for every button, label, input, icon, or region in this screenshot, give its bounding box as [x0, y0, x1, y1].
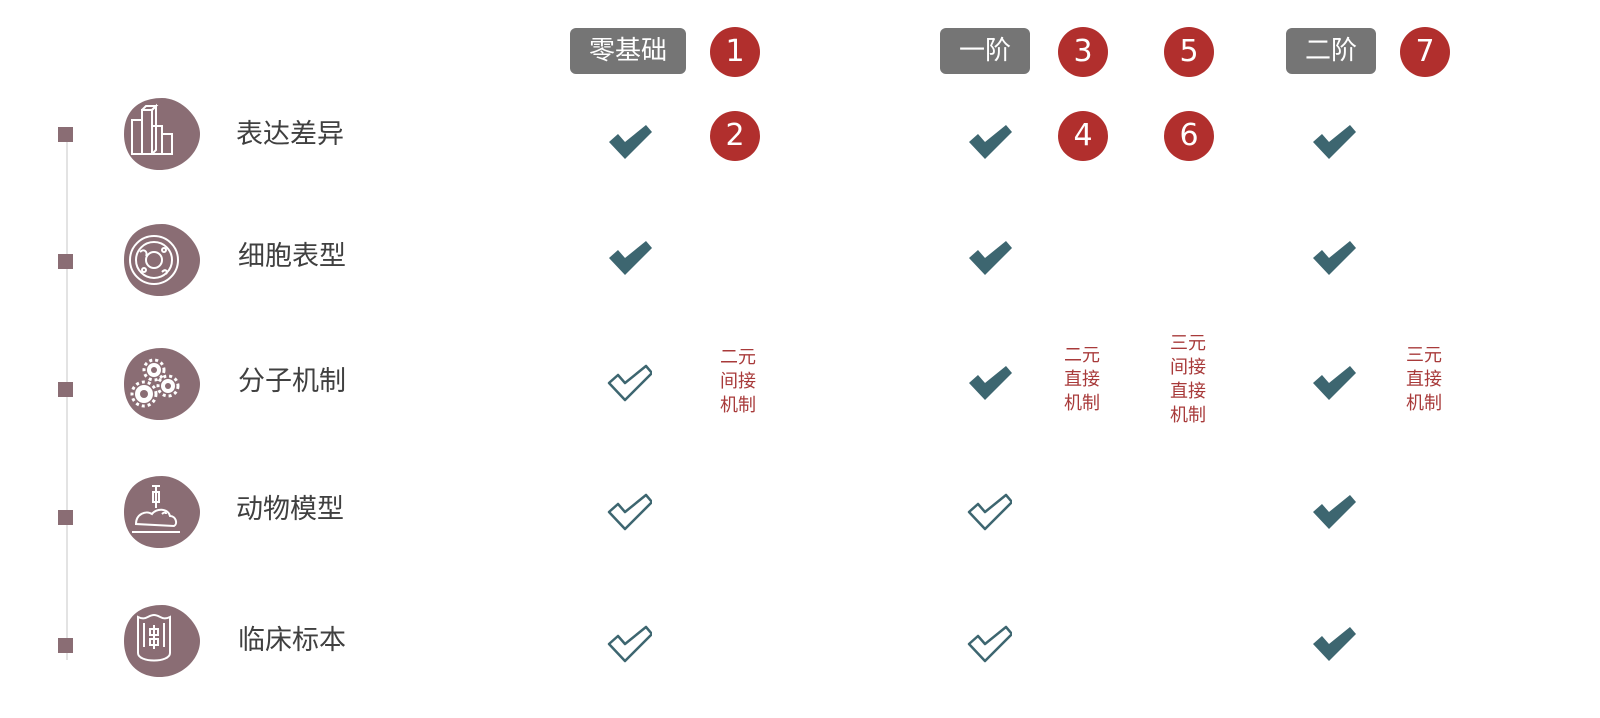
check-zero-row5: [606, 624, 652, 664]
number-badge-2: 2: [710, 111, 760, 161]
timeline-marker: [58, 382, 73, 397]
gears-icon: [118, 346, 202, 422]
clinical-body-icon: [118, 603, 202, 679]
mechanism-note-6: 三元 间接 直接 机制: [1170, 333, 1206, 426]
row-label-cell-phenotype: 细胞表型: [238, 241, 346, 272]
check-one-row2: [966, 238, 1012, 278]
number-badge-7: 7: [1400, 27, 1450, 77]
bar-chart-icon: [118, 96, 202, 172]
row-label-clinical-specimen: 临床标本: [238, 625, 346, 656]
cell-icon: [118, 222, 202, 298]
check-two-row4: [1310, 492, 1356, 532]
check-two-row5: [1310, 624, 1356, 664]
mechanism-note-2: 二元 间接 机制: [720, 347, 756, 416]
check-two-row3: [1310, 363, 1356, 403]
mechanism-note-7: 三元 直接 机制: [1406, 345, 1442, 414]
number-badge-3: 3: [1058, 27, 1108, 77]
timeline-marker: [58, 254, 73, 269]
check-one-row3: [966, 363, 1012, 403]
check-zero-row1: [606, 122, 652, 162]
check-zero-row4: [606, 492, 652, 532]
check-one-row4: [966, 492, 1012, 532]
check-two-row1: [1310, 122, 1356, 162]
check-zero-row3: [606, 363, 652, 403]
check-two-row2: [1310, 238, 1356, 278]
check-one-row5: [966, 624, 1012, 664]
check-one-row1: [966, 122, 1012, 162]
timeline-marker: [58, 127, 73, 142]
number-badge-4: 4: [1058, 111, 1108, 161]
number-badge-6: 6: [1164, 111, 1214, 161]
mechanism-note-4: 二元 直接 机制: [1064, 345, 1100, 414]
timeline-marker: [58, 510, 73, 525]
timeline-line: [66, 136, 68, 660]
check-zero-row2: [606, 238, 652, 278]
level-tag-two: 二阶: [1286, 28, 1376, 74]
row-label-molecular-mechanism: 分子机制: [238, 366, 346, 397]
row-label-animal-model: 动物模型: [236, 494, 344, 525]
timeline-marker: [58, 638, 73, 653]
number-badge-1: 1: [710, 27, 760, 77]
row-label-expression-difference: 表达差异: [236, 119, 344, 150]
number-badge-5: 5: [1164, 27, 1214, 77]
animal-experiment-icon: [118, 474, 202, 550]
level-tag-one: 一阶: [940, 28, 1030, 74]
level-tag-zero: 零基础: [570, 28, 686, 74]
